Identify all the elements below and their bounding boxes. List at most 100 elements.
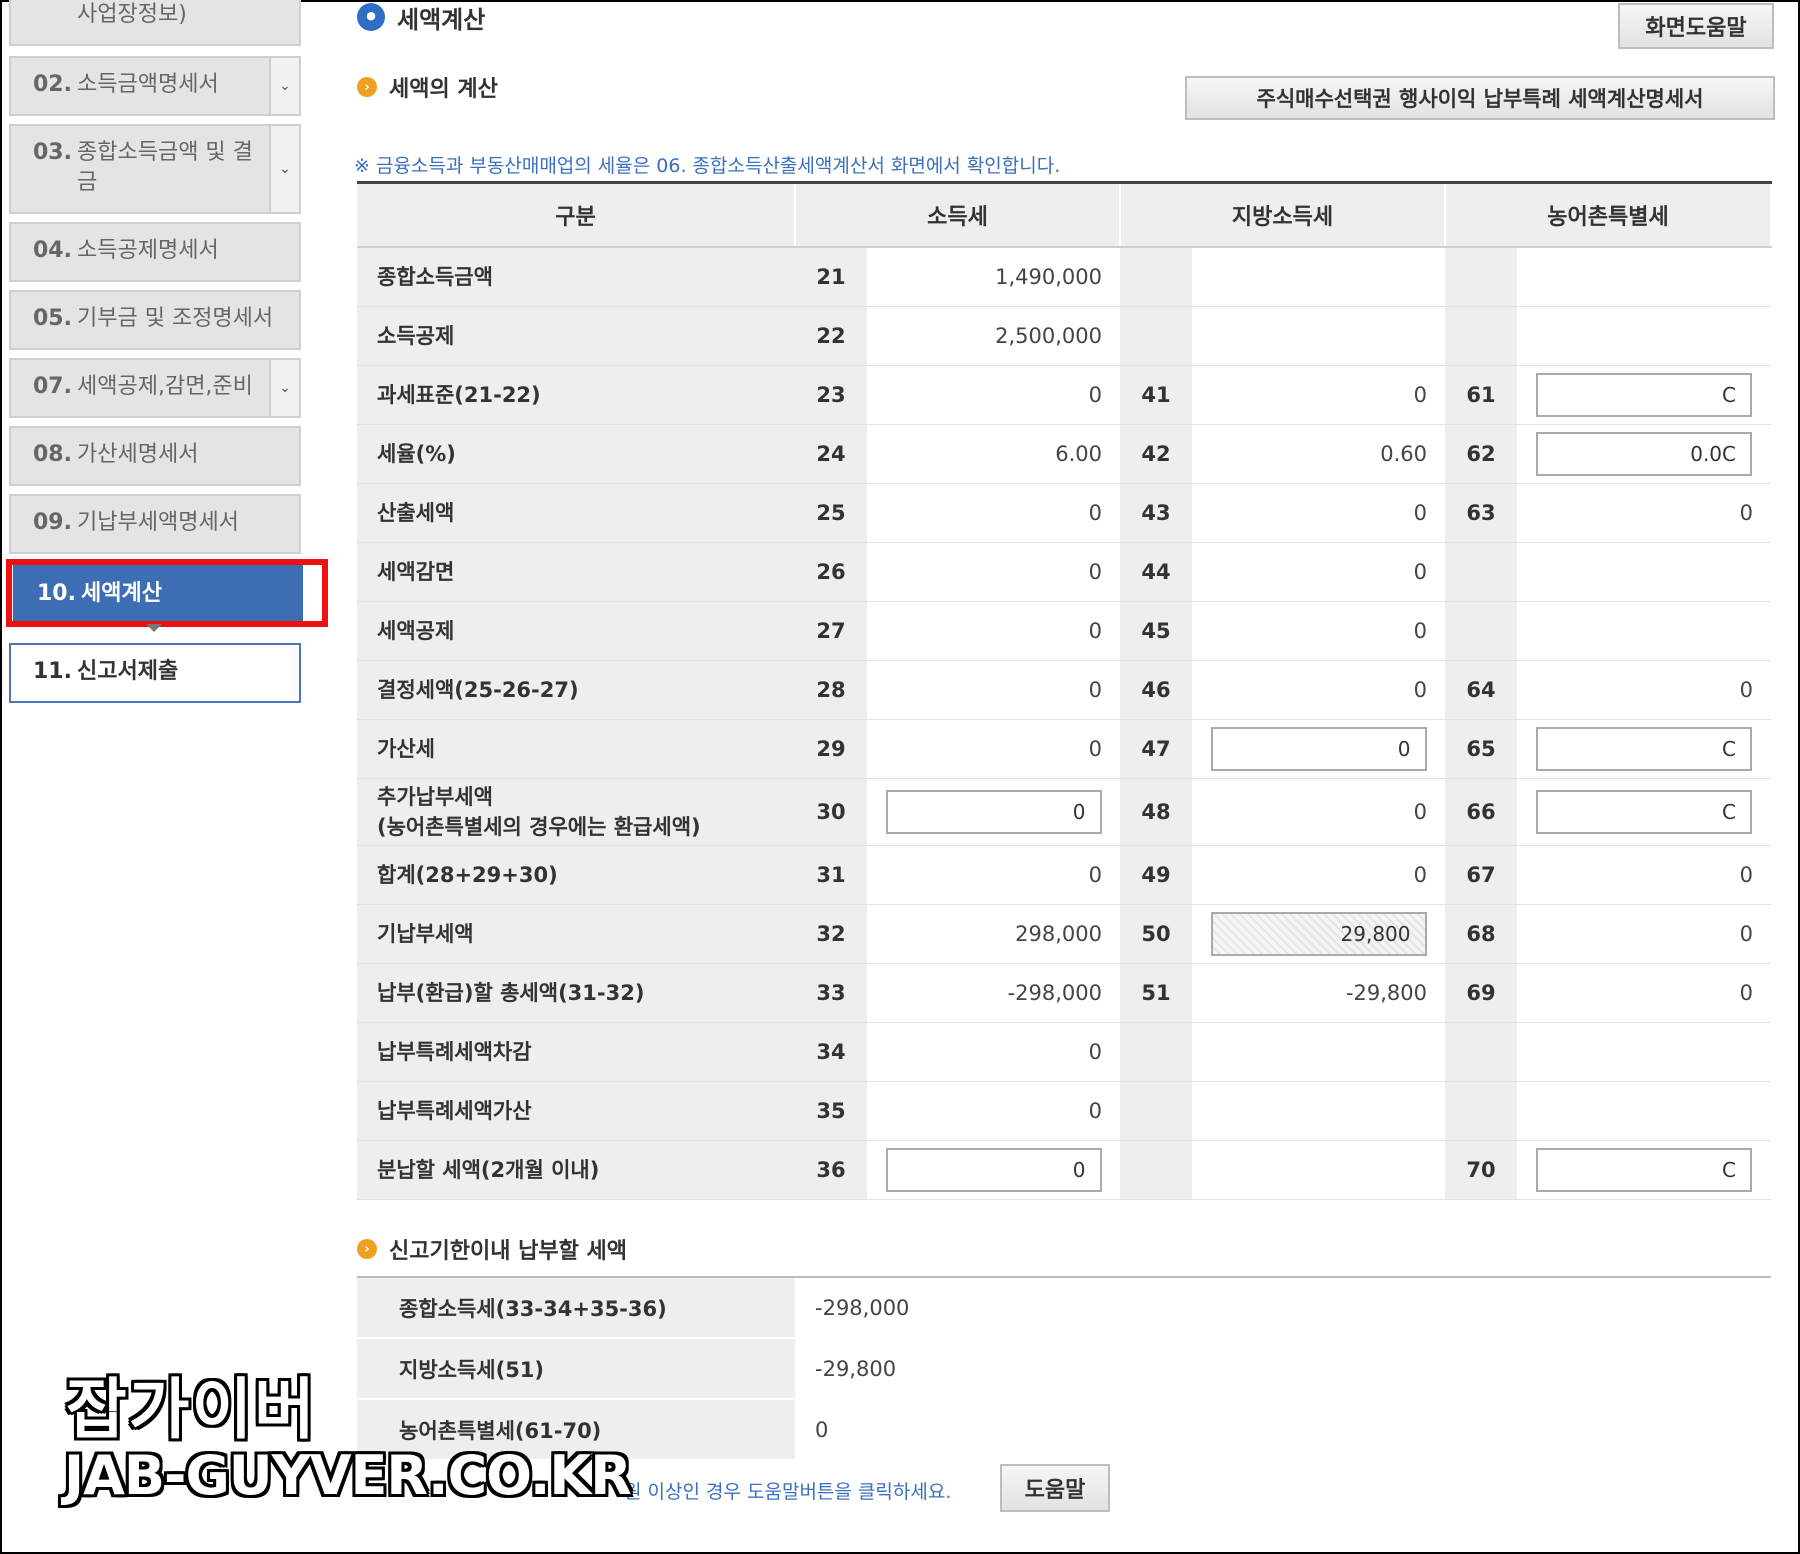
rural-tax-code: 63 bbox=[1445, 483, 1517, 543]
row-label-text: 가산세 bbox=[377, 737, 435, 761]
rural-tax-code: 68 bbox=[1445, 904, 1517, 964]
rural-tax-value-input[interactable]: C bbox=[1536, 373, 1752, 417]
chevron-down-icon[interactable]: ⌄ bbox=[269, 126, 299, 212]
local-tax-value-cell: -29,800 bbox=[1192, 963, 1445, 1023]
rural-tax-code: 65 bbox=[1445, 719, 1517, 779]
row-label-text: 산출세액 bbox=[377, 501, 455, 525]
sidebar-item-label: 소득금액명세서 bbox=[77, 72, 219, 97]
rural-tax-code: 69 bbox=[1445, 963, 1517, 1023]
local-tax-value-cell: 0 bbox=[1192, 845, 1445, 905]
sidebar-item-number: 04. bbox=[33, 238, 72, 263]
local-tax-code: 43 bbox=[1120, 483, 1192, 543]
local-tax-value-input[interactable]: 0 bbox=[1210, 727, 1427, 771]
rural-tax-code: 61 bbox=[1445, 365, 1517, 425]
sidebar-item-02[interactable]: 02. 소득금액명세서 ⌄ bbox=[9, 56, 301, 116]
empty-cell bbox=[1517, 247, 1771, 307]
income-tax-value-cell: 0 bbox=[867, 1081, 1120, 1141]
table-row: 결정세액(25-26-27) 28 0 46 0 64 0 bbox=[357, 660, 1771, 720]
income-tax-value-input[interactable]: 0 bbox=[885, 790, 1102, 834]
local-tax-code: 48 bbox=[1120, 778, 1192, 846]
rural-tax-value-input[interactable]: 0.0C bbox=[1536, 432, 1752, 476]
row-label: 분납할 세액(2개월 이내) bbox=[357, 1140, 795, 1200]
deadline-value: 0 bbox=[795, 1399, 1771, 1461]
income-tax-value-cell: -298,000 bbox=[867, 963, 1120, 1023]
row-label: 종합소득금액 bbox=[357, 247, 795, 307]
income-tax-code: 25 bbox=[795, 483, 867, 543]
local-tax-code bbox=[1120, 1140, 1192, 1200]
row-label-text: 과세표준(21-22) bbox=[377, 383, 541, 407]
rural-tax-value-input[interactable]: C bbox=[1536, 790, 1752, 834]
rural-tax-value-input[interactable]: C bbox=[1536, 1148, 1752, 1192]
stock-option-statement-button[interactable]: 주식매수선택권 행사이익 납부특례 세액계산명세서 bbox=[1185, 76, 1775, 120]
section-title-tax-calculation: › 세액의 계산 bbox=[357, 70, 498, 104]
active-step-caret-icon bbox=[146, 624, 162, 632]
chevron-down-icon[interactable]: ⌄ bbox=[269, 58, 299, 114]
income-tax-code: 28 bbox=[795, 660, 867, 720]
help-button[interactable]: 도움말 bbox=[1000, 1464, 1110, 1512]
header-income-tax: 소득세 bbox=[795, 182, 1121, 248]
rural-tax-code bbox=[1445, 247, 1517, 307]
chevron-down-icon[interactable]: ⌄ bbox=[269, 360, 299, 416]
page-title-bullet-icon: • bbox=[357, 3, 385, 31]
income-tax-value-cell: 0 bbox=[867, 778, 1120, 846]
income-tax-code: 30 bbox=[795, 778, 867, 846]
sidebar-item-number: 08. bbox=[33, 442, 72, 467]
income-tax-code: 31 bbox=[795, 845, 867, 905]
local-tax-value-cell: 0 bbox=[1192, 542, 1445, 602]
sidebar-item-label: 소득공제명세서 bbox=[77, 238, 219, 263]
rural-tax-code bbox=[1445, 306, 1517, 366]
sidebar-item-08[interactable]: 08. 가산세명세서 bbox=[9, 426, 301, 486]
row-label-text: 세율(%) bbox=[377, 442, 456, 466]
sidebar-item-09[interactable]: 09. 기납부세액명세서 bbox=[9, 494, 301, 554]
row-label: 추가납부세액 (농어촌특별세의 경우에는 환급세액) bbox=[357, 778, 795, 846]
sidebar-item-number: 09. bbox=[33, 510, 72, 535]
table-row: 납부특례세액가산 35 0 bbox=[357, 1081, 1771, 1141]
rural-tax-value-input[interactable]: C bbox=[1536, 727, 1752, 771]
rural-tax-code bbox=[1445, 601, 1517, 661]
rural-tax-code: 67 bbox=[1445, 845, 1517, 905]
empty-cell bbox=[1517, 542, 1771, 602]
sidebar-item-03[interactable]: 03. 종합소득금액 및 결 금 ⌄ bbox=[9, 124, 301, 214]
table-row: 종합소득세(33-34+35-36) -298,000 bbox=[357, 1277, 1771, 1339]
deadline-label: 지방소득세(51) bbox=[357, 1338, 795, 1400]
table-row: 납부(환급)할 총세액(31-32) 33 -298,000 51 -29,800 69 0 bbox=[357, 963, 1771, 1023]
rural-tax-value-cell: 0 bbox=[1517, 660, 1771, 720]
sidebar-item-label: 기납부세액명세서 bbox=[77, 510, 239, 535]
row-label-text: 세액공제 bbox=[377, 619, 455, 643]
income-tax-code: 23 bbox=[795, 365, 867, 425]
section-title-text: 신고기한이내 납부할 세액 bbox=[389, 1239, 627, 1264]
row-label: 납부특례세액가산 bbox=[357, 1081, 795, 1141]
local-tax-value-cell: 0 bbox=[1192, 778, 1445, 846]
sidebar-item-01[interactable]: 사업장정보) bbox=[9, 0, 301, 46]
table-row: 납부특례세액차감 34 0 bbox=[357, 1022, 1771, 1082]
header-rural-special-tax: 농어촌특별세 bbox=[1445, 182, 1772, 248]
row-label-text: 결정세액(25-26-27) bbox=[377, 678, 579, 702]
empty-cell bbox=[1192, 1140, 1445, 1200]
income-tax-code: 36 bbox=[795, 1140, 867, 1200]
local-tax-value-readonly-field: 29,800 bbox=[1210, 912, 1427, 956]
page-title-text: 세액계산 bbox=[397, 5, 486, 34]
income-tax-value-cell: 0 bbox=[867, 1140, 1120, 1200]
sidebar-item-label: 종합소득금액 및 결 bbox=[77, 140, 253, 165]
table-row: 종합소득금액 21 1,490,000 bbox=[357, 247, 1771, 307]
table-row: 세액감면 26 0 44 0 bbox=[357, 542, 1771, 602]
local-tax-code bbox=[1120, 1022, 1192, 1082]
row-label: 결정세액(25-26-27) bbox=[357, 660, 795, 720]
table-row: 과세표준(21-22) 23 0 41 0 61 C bbox=[357, 365, 1771, 425]
local-tax-code: 50 bbox=[1120, 904, 1192, 964]
screen-help-button[interactable]: 화면도움말 bbox=[1618, 3, 1774, 49]
empty-cell bbox=[1192, 306, 1445, 366]
rural-tax-code bbox=[1445, 1081, 1517, 1141]
income-tax-value-cell: 2,500,000 bbox=[867, 306, 1120, 366]
sidebar-item-05[interactable]: 05. 기부금 및 조정명세서 bbox=[9, 290, 301, 350]
sidebar-item-07[interactable]: 07. 세액공제,감면,준비 ⌄ bbox=[9, 358, 301, 418]
sidebar-item-04[interactable]: 04. 소득공제명세서 bbox=[9, 222, 301, 282]
sidebar-item-number: 03. bbox=[33, 140, 72, 165]
tax-rate-notice: ※ 금융소득과 부동산매매업의 세율은 06. 종합소득산출세액계산서 화면에서… bbox=[354, 155, 1061, 177]
sidebar-item-number: 02. bbox=[33, 72, 72, 97]
tax-calculation-table: 구분 소득세 지방소득세 농어촌특별세 종합소득금액 21 1,490,000 소득공… bbox=[357, 181, 1772, 1200]
local-tax-code: 41 bbox=[1120, 365, 1192, 425]
income-tax-code: 29 bbox=[795, 719, 867, 779]
sidebar-item-11[interactable]: 11. 신고서제출 bbox=[9, 643, 301, 703]
income-tax-value-input[interactable]: 0 bbox=[885, 1148, 1102, 1192]
